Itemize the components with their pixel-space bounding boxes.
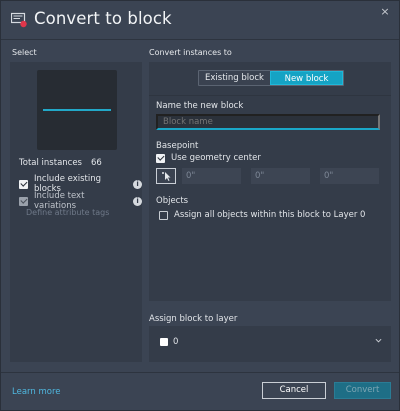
block-name-label: Name the new block xyxy=(156,101,244,111)
block-preview xyxy=(37,70,117,150)
assign-layer-heading: Assign block to layer xyxy=(149,314,238,324)
close-icon[interactable]: × xyxy=(378,5,392,19)
layer-selected-value: 0 xyxy=(173,337,179,347)
dialog-title: Convert to block xyxy=(34,9,172,28)
use-geometry-center-checkbox[interactable] xyxy=(156,153,165,163)
define-attribute-tags-link[interactable]: Define attribute tags xyxy=(26,208,109,217)
preview-geometry xyxy=(43,109,111,111)
tab-existing-block[interactable]: Existing block xyxy=(199,71,270,85)
basepoint-x-field[interactable]: 0" xyxy=(182,168,241,184)
total-instances-label: Total instances xyxy=(19,158,82,168)
convert-to-block-dialog: Convert to block × Select Total instance… xyxy=(0,0,400,411)
panel-divider xyxy=(149,95,391,96)
layer-color-swatch xyxy=(160,338,168,346)
convert-panel: Existing block New block Name the new bl… xyxy=(149,62,391,301)
include-existing-blocks-checkbox[interactable] xyxy=(19,179,28,189)
pick-point-button[interactable] xyxy=(156,168,176,184)
info-icon[interactable]: i xyxy=(133,179,142,189)
cancel-button[interactable]: Cancel xyxy=(262,382,326,399)
footer-divider xyxy=(1,372,399,373)
use-geometry-center-row[interactable]: Use geometry center xyxy=(156,153,261,163)
convert-block-icon xyxy=(11,12,27,28)
assign-objects-checkbox[interactable] xyxy=(159,210,168,220)
block-name-input[interactable] xyxy=(156,114,380,130)
convert-instances-heading: Convert instances to xyxy=(149,48,232,57)
tab-new-block[interactable]: New block xyxy=(270,71,343,85)
convert-button[interactable]: Convert xyxy=(334,382,391,399)
basepoint-z-field[interactable]: 0" xyxy=(320,168,379,184)
select-heading: Select xyxy=(12,48,37,57)
convert-target-toggle: Existing block New block xyxy=(198,70,344,86)
assign-objects-label: Assign all objects within this block to … xyxy=(174,210,366,220)
include-text-variations-checkbox[interactable] xyxy=(19,196,28,206)
objects-label: Objects xyxy=(156,196,189,206)
basepoint-label: Basepoint xyxy=(156,141,199,151)
info-icon[interactable]: i xyxy=(133,196,142,206)
learn-more-link[interactable]: Learn more xyxy=(12,387,60,397)
total-instances-value: 66 xyxy=(91,158,102,168)
use-geometry-center-label: Use geometry center xyxy=(171,153,261,163)
assign-objects-row[interactable]: Assign all objects within this block to … xyxy=(159,210,365,220)
chevron-down-icon xyxy=(375,338,382,343)
layer-dropdown[interactable]: 0 xyxy=(149,326,391,362)
title-divider xyxy=(1,39,399,40)
total-instances: Total instances 66 xyxy=(19,158,102,168)
pick-point-icon xyxy=(162,172,171,181)
basepoint-y-field[interactable]: 0" xyxy=(251,168,310,184)
title-bar: Convert to block × xyxy=(1,1,399,39)
